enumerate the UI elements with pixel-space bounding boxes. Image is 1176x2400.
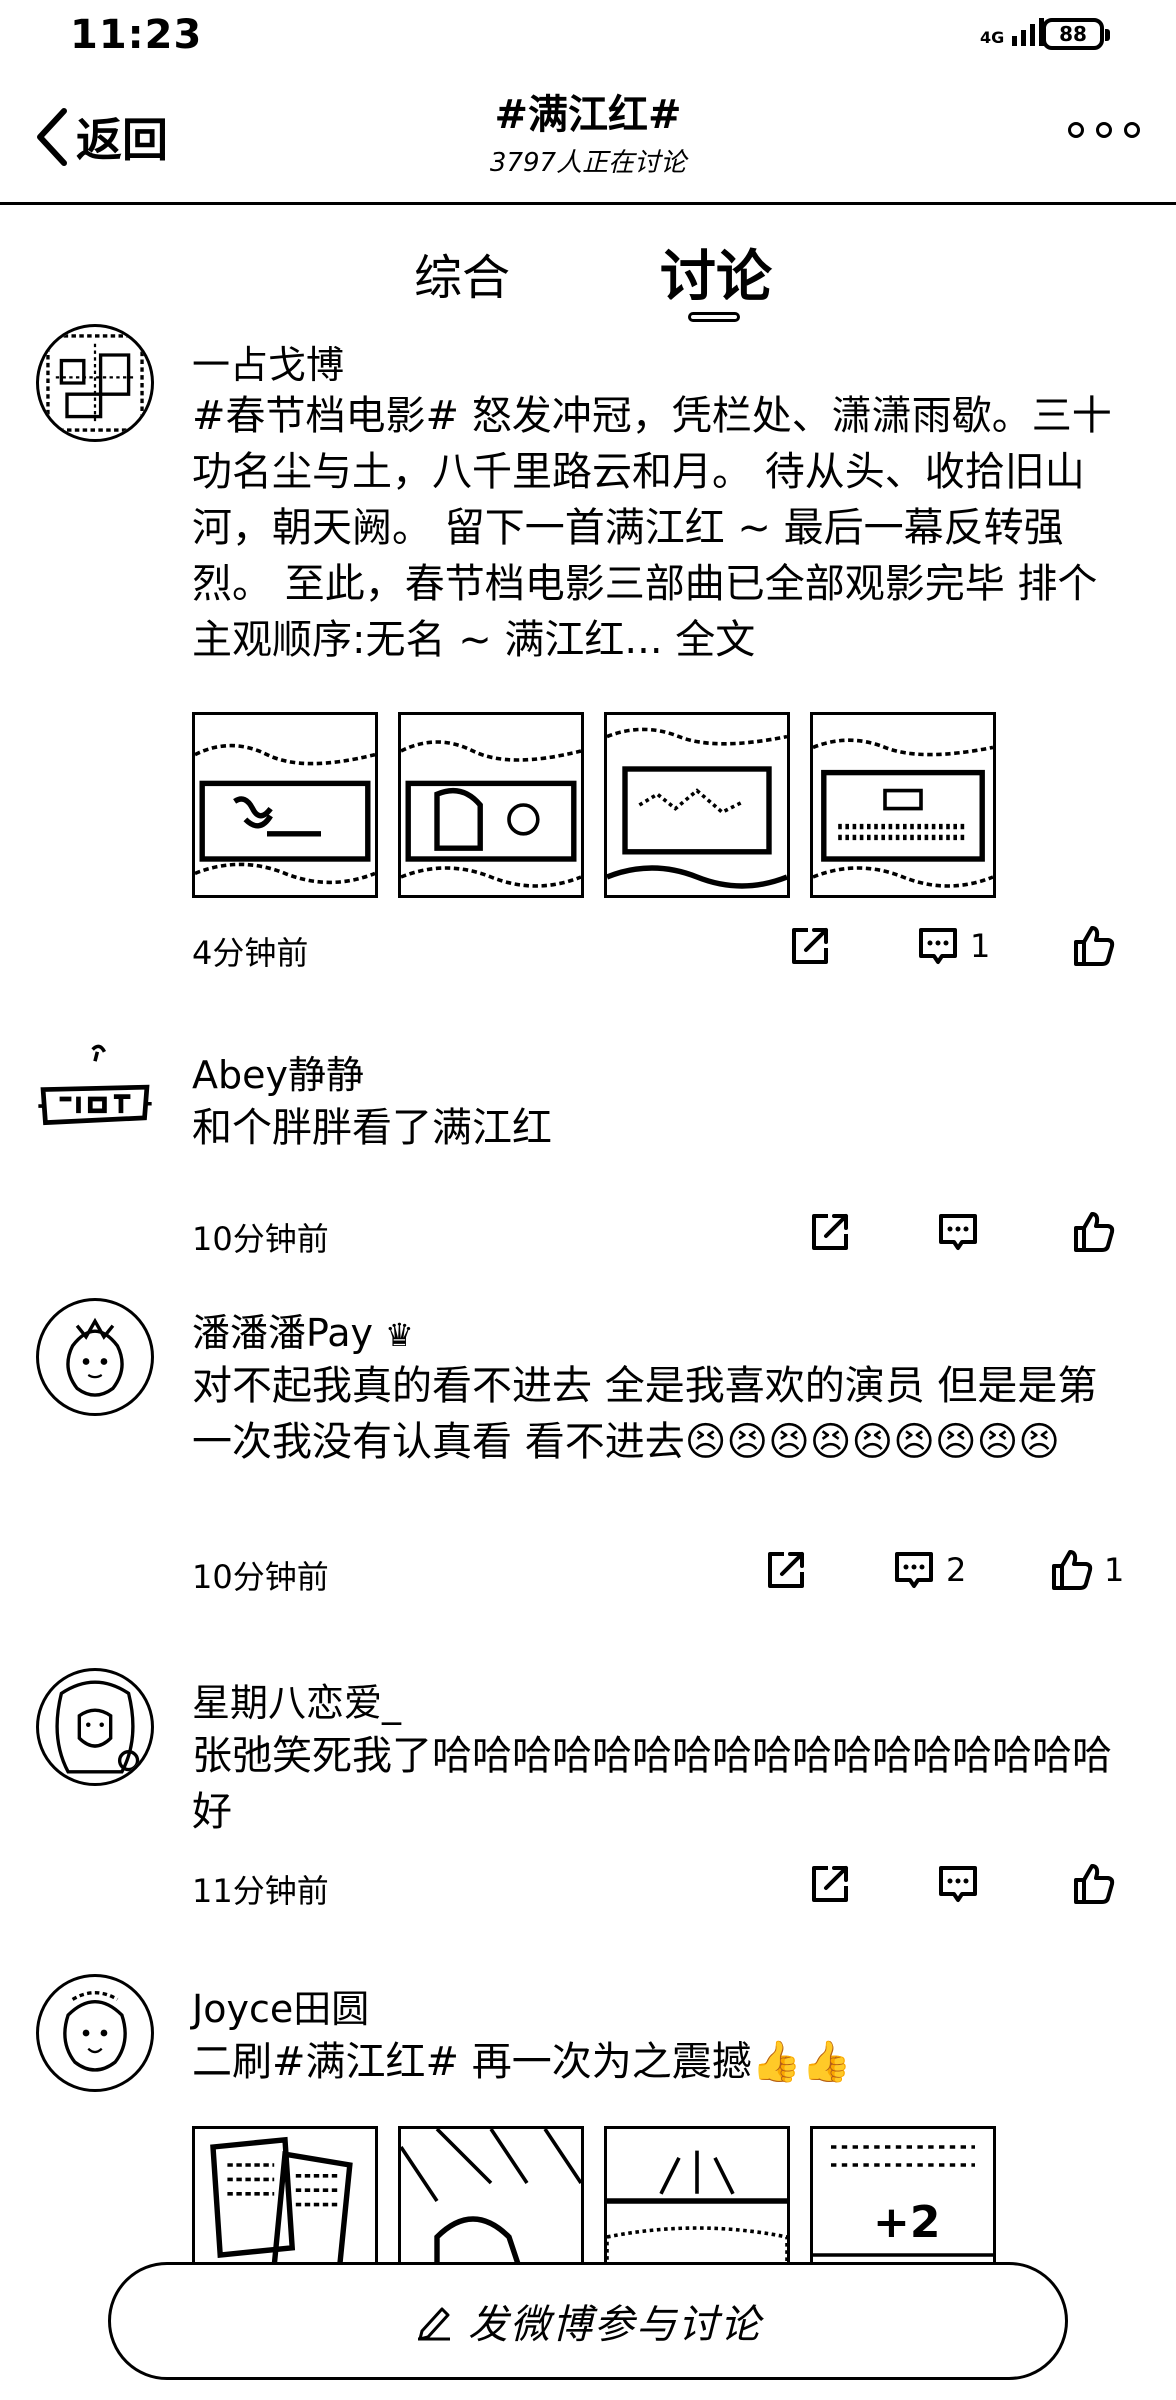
- share-button[interactable]: [764, 1548, 808, 1592]
- post-image[interactable]: [192, 712, 378, 898]
- post-meta: 4分钟前 1: [192, 924, 1136, 974]
- avatar-image: [55, 1680, 140, 1774]
- avatar[interactable]: [36, 1040, 154, 1158]
- post-image[interactable]: [604, 712, 790, 898]
- share-icon: [812, 1866, 848, 1902]
- comment-button[interactable]: 1: [916, 924, 990, 968]
- status-bar: 11:23 4G 88: [0, 0, 1176, 70]
- dot-icon: [1124, 122, 1140, 138]
- avatar[interactable]: [36, 324, 154, 442]
- discussion-count: 3797人正在讨论: [489, 148, 687, 178]
- tab-discussion[interactable]: 讨论: [660, 232, 772, 313]
- pencil-icon: [418, 2307, 450, 2341]
- comment-icon: [939, 1214, 977, 1250]
- more-options-button[interactable]: [1068, 122, 1140, 138]
- post-text[interactable]: 和个胖胖看了满江红: [192, 1100, 1136, 1156]
- comment-count: 2: [946, 1551, 967, 1589]
- comment-count: 1: [970, 927, 991, 965]
- comment-icon: [895, 1552, 933, 1588]
- avatar[interactable]: [36, 1974, 154, 2092]
- like-button[interactable]: 1: [1050, 1548, 1124, 1592]
- avatar-image: [46, 334, 144, 432]
- share-icon: [812, 1214, 848, 1250]
- avatar[interactable]: [36, 1298, 154, 1416]
- tab-bar: 综合 讨论: [0, 202, 1176, 332]
- post-meta: 11分钟前: [192, 1862, 1136, 1912]
- avatar-image: [63, 1991, 127, 2072]
- image-grid: [192, 712, 996, 898]
- thumbs-up-icon: [1074, 926, 1115, 966]
- username[interactable]: 星期八恋爱_: [192, 1672, 401, 1727]
- post-image[interactable]: [810, 712, 996, 898]
- top-nav-bar: 返回 #满江红# 3797人正在讨论: [0, 70, 1176, 205]
- share-icon: [792, 928, 828, 964]
- dot-icon: [1096, 122, 1112, 138]
- tab-active-indicator: [688, 312, 740, 322]
- post-text[interactable]: #春节档电影# 怒发冲冠，凭栏处、潇潇雨歇。三十功名尘与土，八千里路云和月。 待…: [192, 388, 1136, 668]
- comment-icon: [919, 928, 957, 964]
- username[interactable]: 一占戈博: [192, 334, 344, 389]
- post-time: 10分钟前: [192, 1220, 329, 1258]
- avatar-image: [38, 1044, 152, 1126]
- thumbs-up-icon: [1074, 1212, 1115, 1252]
- thumbs-up-icon: [1074, 1864, 1115, 1904]
- share-icon: [768, 1552, 804, 1588]
- compose-label: 发微博参与讨论: [468, 2302, 762, 2348]
- comment-button[interactable]: [936, 1210, 990, 1254]
- share-button[interactable]: [808, 1210, 852, 1254]
- avatar-image: [66, 1317, 124, 1397]
- post-meta: 10分钟前 2 1: [192, 1548, 1136, 1598]
- username[interactable]: Abey静静: [192, 1044, 364, 1099]
- post-text[interactable]: 对不起我真的看不进去 全是我喜欢的演员 但是是第一次我没有认真看 看不进去😣😣😣…: [192, 1358, 1136, 1470]
- comment-button[interactable]: 2: [892, 1548, 966, 1592]
- comment-button[interactable]: [936, 1862, 990, 1906]
- expand-full-text-link[interactable]: 全文: [675, 617, 755, 663]
- post-meta: 10分钟前: [192, 1210, 1136, 1260]
- more-images-count: +2: [873, 2197, 941, 2248]
- comment-icon: [939, 1866, 977, 1902]
- post-time: 4分钟前: [192, 934, 309, 972]
- username[interactable]: Joyce田圆: [192, 1978, 369, 2033]
- like-count: 1: [1104, 1551, 1125, 1589]
- crown-icon: ♛: [384, 1316, 414, 1354]
- post-image[interactable]: [398, 712, 584, 898]
- post-time: 11分钟前: [192, 1872, 329, 1910]
- post-time: 10分钟前: [192, 1558, 329, 1596]
- compose-post-button[interactable]: 发微博参与讨论: [108, 2262, 1068, 2380]
- share-button[interactable]: [788, 924, 832, 968]
- tab-overview[interactable]: 综合: [414, 238, 510, 308]
- thumbs-up-icon: [1052, 1550, 1093, 1590]
- page-title: #满江红#: [494, 92, 682, 138]
- avatar[interactable]: [36, 1668, 154, 1786]
- dot-icon: [1068, 122, 1084, 138]
- username[interactable]: 潘潘潘Pay ♛: [192, 1302, 414, 1357]
- status-time: 11:23: [70, 12, 203, 58]
- share-button[interactable]: [808, 1862, 852, 1906]
- like-button[interactable]: [1072, 1862, 1126, 1906]
- post-text[interactable]: 二刷#满江红# 再一次为之震撼👍👍: [192, 2034, 1136, 2090]
- signal-icon: 4G: [980, 18, 1045, 46]
- battery-icon: 88: [1042, 18, 1110, 50]
- post-text[interactable]: 张弛笑死我了哈哈哈哈哈哈哈哈哈哈哈哈哈哈哈哈哈好: [192, 1728, 1136, 1840]
- like-button[interactable]: [1072, 1210, 1126, 1254]
- like-button[interactable]: [1072, 924, 1126, 968]
